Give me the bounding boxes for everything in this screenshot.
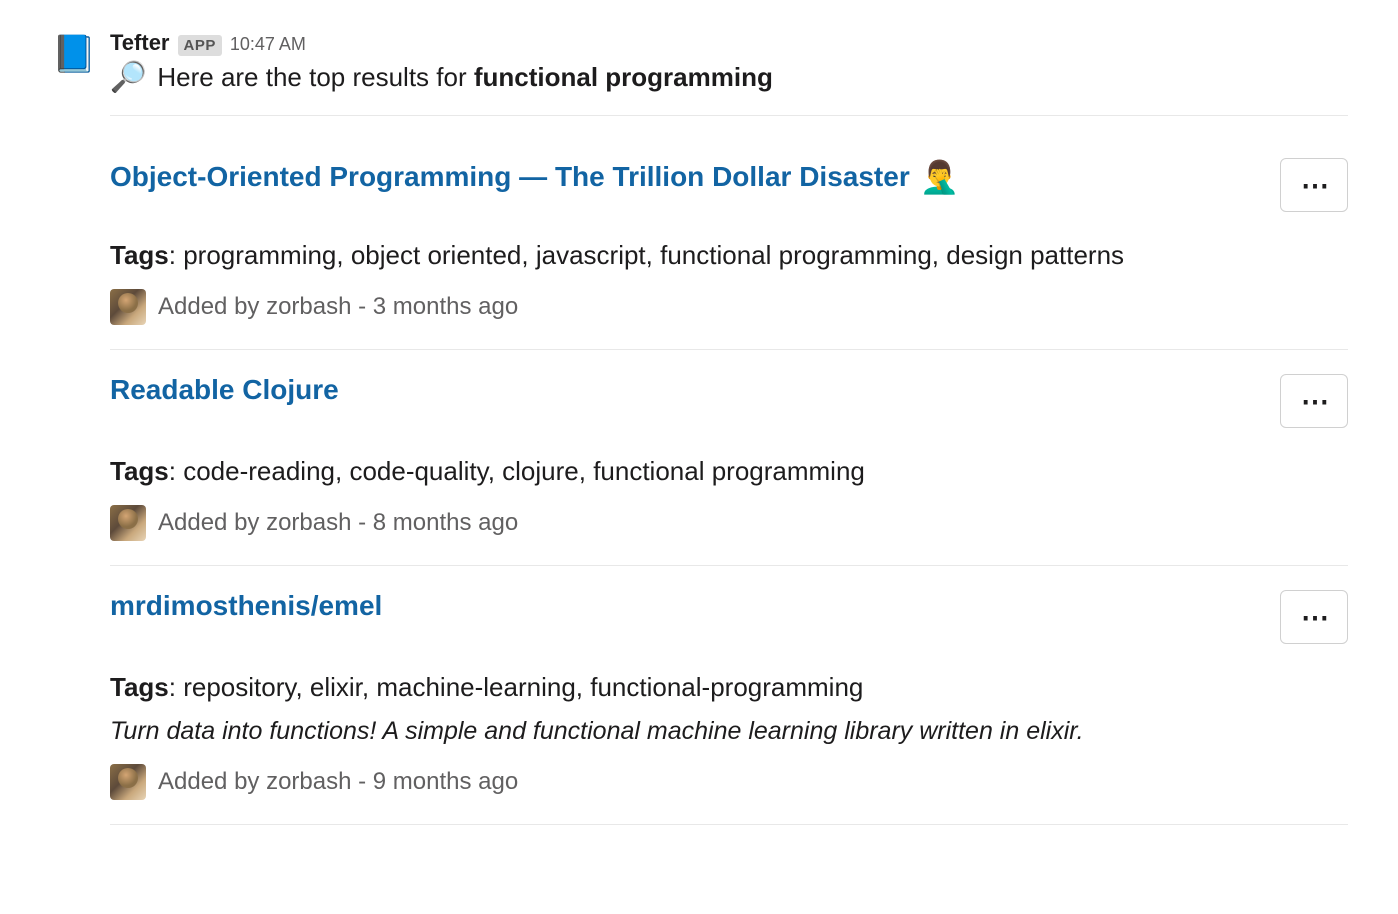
result-title-row: mrdimosthenis/emel ⋯ — [110, 590, 1348, 644]
sender-name[interactable]: Tefter — [110, 30, 170, 56]
intro-text: Here are the top results for functional … — [157, 62, 772, 93]
avatar-column: 📘 — [50, 30, 98, 825]
tags-line: Tags: code-reading, code-quality, clojur… — [110, 456, 1348, 487]
result-item: Object-Oriented Programming — The Trilli… — [110, 134, 1348, 350]
app-avatar[interactable]: 📘 — [50, 30, 98, 78]
tags-label: Tags — [110, 456, 169, 486]
added-by-line: Added by zorbash - 3 months ago — [110, 289, 1348, 325]
user-avatar[interactable] — [110, 505, 146, 541]
result-description: Turn data into functions! A simple and f… — [110, 717, 1348, 746]
intro-line: 🔍 Here are the top results for functiona… — [110, 60, 1348, 116]
result-link[interactable]: mrdimosthenis/emel — [110, 590, 382, 622]
search-icon: 🔍 — [110, 60, 147, 95]
intro-query: functional programming — [474, 62, 773, 92]
timestamp: 10:47 AM — [230, 34, 306, 55]
user-avatar[interactable] — [110, 764, 146, 800]
more-button[interactable]: ⋯ — [1280, 590, 1348, 644]
result-item: mrdimosthenis/emel ⋯ Tags: repository, e… — [110, 566, 1348, 825]
content-column: Tefter APP 10:47 AM 🔍 Here are the top r… — [110, 30, 1348, 825]
app-badge: APP — [178, 35, 222, 56]
more-button[interactable]: ⋯ — [1280, 158, 1348, 212]
result-title: Readable Clojure — [110, 374, 339, 406]
added-by-line: Added by zorbash - 9 months ago — [110, 764, 1348, 800]
tags-values: code-reading, code-quality, clojure, fun… — [183, 456, 865, 486]
result-title: mrdimosthenis/emel — [110, 590, 382, 622]
tags-colon: : — [169, 456, 183, 486]
message-container: 📘 Tefter APP 10:47 AM 🔍 Here are the top… — [50, 30, 1348, 825]
result-link[interactable]: Readable Clojure — [110, 374, 339, 406]
tags-label: Tags — [110, 240, 169, 270]
tags-values: repository, elixir, machine-learning, fu… — [183, 672, 863, 702]
tags-colon: : — [169, 240, 183, 270]
result-title: Object-Oriented Programming — The Trilli… — [110, 158, 960, 196]
tags-label: Tags — [110, 672, 169, 702]
message-header: Tefter APP 10:47 AM — [110, 30, 1348, 56]
result-item: Readable Clojure ⋯ Tags: code-reading, c… — [110, 350, 1348, 566]
tags-line: Tags: programming, object oriented, java… — [110, 240, 1348, 271]
tags-values: programming, object oriented, javascript… — [183, 240, 1124, 270]
result-title-row: Object-Oriented Programming — The Trilli… — [110, 158, 1348, 212]
added-by-text: Added by zorbash - 3 months ago — [158, 293, 518, 321]
tags-line: Tags: repository, elixir, machine-learni… — [110, 672, 1348, 703]
tags-colon: : — [169, 672, 183, 702]
intro-prefix: Here are the top results for — [157, 62, 473, 92]
facepalm-icon: 🤦‍♂️ — [920, 158, 960, 196]
user-avatar[interactable] — [110, 289, 146, 325]
added-by-line: Added by zorbash - 8 months ago — [110, 505, 1348, 541]
result-title-row: Readable Clojure ⋯ — [110, 374, 1348, 428]
more-button[interactable]: ⋯ — [1280, 374, 1348, 428]
added-by-text: Added by zorbash - 9 months ago — [158, 768, 518, 796]
result-link[interactable]: Object-Oriented Programming — The Trilli… — [110, 161, 910, 193]
added-by-text: Added by zorbash - 8 months ago — [158, 509, 518, 537]
